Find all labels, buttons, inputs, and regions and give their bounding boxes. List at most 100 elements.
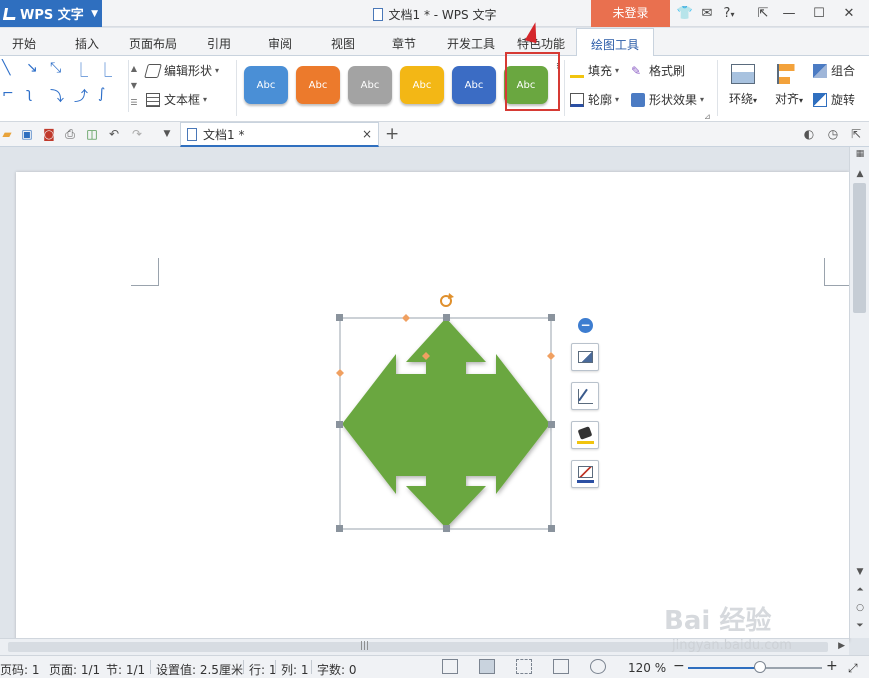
freeform-curve-icon[interactable]: ∫ [98, 86, 105, 102]
lines-gallery-scroll[interactable]: ▲ ▼ ☰ [128, 60, 139, 112]
minimize-icon[interactable]: — [774, 6, 804, 21]
outline-view-icon[interactable] [516, 659, 532, 674]
double-arrow-line-icon[interactable]: ⤡ [50, 60, 61, 76]
curved-connector-icon[interactable]: ʅ [26, 86, 32, 102]
tab-page-layout[interactable]: 页面布局 [129, 35, 177, 52]
vertical-scrollbar[interactable]: ▦ ▲ ▼ ⏶ ○ ⏷ [849, 147, 869, 638]
previous-page-icon[interactable]: ⏶ [850, 585, 869, 595]
rotate-button[interactable]: 旋转 [813, 91, 855, 108]
chevron-up-icon[interactable]: ▲ [129, 60, 139, 77]
four-way-arrow-shape[interactable] [330, 290, 565, 540]
print-icon[interactable]: ⎙ [63, 127, 77, 141]
zoom-level[interactable]: 120 % [628, 661, 666, 675]
arrow-shape-body[interactable] [342, 318, 550, 528]
print-preview-icon[interactable]: ◫ [85, 127, 99, 141]
line-shape-icon[interactable]: ╲ [2, 60, 10, 76]
status-word-count: 字数: 0 [317, 663, 357, 677]
tab-references[interactable]: 引用 [207, 35, 231, 52]
elbow-connector-icon[interactable]: ⎿ [74, 60, 88, 80]
format-painter-button[interactable]: ✎ 格式刷 [631, 62, 685, 79]
open-folder-icon[interactable]: ▰ [0, 127, 14, 141]
shape-outline-button[interactable] [571, 382, 599, 410]
status-row: 行: 1 [249, 663, 277, 677]
export-pdf-icon[interactable]: ◙ [42, 127, 56, 141]
status-page: 页面: 1/1 [49, 663, 101, 677]
zoom-in-button[interactable]: + [826, 658, 838, 674]
history-icon[interactable]: ◷ [826, 127, 840, 141]
redo-icon[interactable]: ↷ [130, 127, 144, 141]
dialog-launcher-icon[interactable]: ⊿ [704, 112, 711, 121]
shape-line-color-button[interactable] [571, 460, 599, 488]
page-view-icon[interactable] [479, 659, 495, 674]
tab-home[interactable]: 开始 [12, 35, 36, 52]
tab-chapter[interactable]: 章节 [392, 35, 416, 52]
textbox-button[interactable]: 文本框 ▾ [146, 91, 207, 108]
split-view-icon[interactable]: ▦ [850, 149, 869, 159]
tab-insert[interactable]: 插入 [75, 35, 99, 52]
maximize-icon[interactable]: ☐ [804, 6, 834, 21]
layout-options-button[interactable] [571, 343, 599, 371]
outline-button[interactable]: 轮廓 ▾ [570, 91, 619, 108]
shape-fill-button[interactable] [571, 421, 599, 449]
shape-effects-button[interactable]: 形状效果 ▾ [631, 91, 704, 108]
fullscreen-icon[interactable]: ⇱ [752, 6, 774, 21]
close-tab-icon[interactable]: × [362, 127, 372, 141]
tab-developer[interactable]: 开发工具 [447, 35, 495, 52]
next-page-icon[interactable]: ⏷ [850, 621, 869, 631]
scroll-down-icon[interactable]: ▼ [850, 567, 869, 577]
tab-review[interactable]: 审阅 [268, 35, 292, 52]
style-preset-yellow[interactable]: Abc [400, 66, 444, 104]
fill-bucket-icon [570, 64, 584, 78]
style-preset-orange[interactable]: Abc [296, 66, 340, 104]
group-button[interactable]: 组合 [813, 62, 855, 79]
styles-gallery-more-icon[interactable]: ⁝ [556, 62, 559, 72]
vertical-scroll-thumb[interactable] [853, 183, 866, 313]
style-preset-dark-blue[interactable]: Abc [452, 66, 496, 104]
quick-access-menu-icon[interactable]: ▼ [160, 127, 174, 141]
close-icon[interactable]: ✕ [834, 6, 864, 21]
ribbon-separator [717, 60, 718, 116]
arrow-line-icon[interactable]: ↘ [26, 60, 38, 76]
scroll-up-icon[interactable]: ▲ [850, 169, 869, 179]
eye-protection-icon[interactable] [590, 659, 606, 674]
document-tab[interactable]: 文档1 * × [180, 122, 379, 147]
undo-icon[interactable]: ↶ [107, 127, 121, 141]
ribbon-separator [236, 60, 237, 116]
curved-arrow-connector-icon[interactable]: ⤵ [50, 86, 64, 106]
collapse-shape-tools-icon[interactable]: − [578, 318, 593, 333]
tab-view[interactable]: 视图 [331, 35, 355, 52]
help-button[interactable]: ?▾ [718, 6, 740, 21]
login-button[interactable]: 未登录 [591, 0, 670, 27]
gallery-expand-icon[interactable]: ☰ [129, 94, 139, 111]
collapse-ribbon-icon[interactable]: ◐ [802, 127, 816, 141]
baidu-watermark: Bai 经验 [664, 606, 772, 636]
wrap-button[interactable]: 环绕▾ [722, 64, 764, 107]
fullscreen-view-icon[interactable] [442, 659, 458, 674]
style-preset-gray[interactable]: Abc [348, 66, 392, 104]
edit-shape-button[interactable]: 编辑形状 ▾ [144, 62, 219, 79]
elbow-arrow-connector-icon[interactable]: ⎿ [98, 60, 112, 80]
align-button[interactable]: 对齐▾ [768, 64, 810, 107]
annotation-highlight-box [505, 52, 560, 111]
feedback-icon[interactable]: ✉ [696, 6, 718, 21]
select-browse-object-icon[interactable]: ○ [850, 603, 869, 613]
curved-double-arrow-icon[interactable]: ⤴ [74, 86, 88, 106]
app-menu-button[interactable]: WPS 文字 ▼ [0, 0, 102, 27]
zoom-out-button[interactable]: − [673, 658, 685, 674]
chevron-down-icon[interactable]: ▼ [129, 77, 139, 94]
skin-icon[interactable]: 👕 [674, 6, 696, 21]
status-separator [311, 660, 312, 674]
new-tab-icon[interactable]: + [385, 124, 399, 144]
share-icon[interactable]: ⇱ [849, 127, 863, 141]
zoom-slider-thumb[interactable] [754, 661, 767, 673]
fill-bucket-icon [577, 426, 593, 440]
save-icon[interactable]: ▣ [20, 127, 34, 141]
scroll-right-icon[interactable]: ▶ [838, 641, 845, 651]
fill-button[interactable]: 填充 ▾ [570, 62, 619, 79]
style-preset-blue[interactable]: Abc [244, 66, 288, 104]
elbow-double-arrow-icon[interactable]: ⌐ [2, 86, 14, 102]
rotate-handle-icon[interactable] [440, 293, 454, 307]
tab-drawing-tools[interactable]: 绘图工具 [576, 28, 655, 57]
web-view-icon[interactable] [553, 659, 569, 674]
fit-window-icon[interactable]: ⤢ [848, 661, 858, 676]
